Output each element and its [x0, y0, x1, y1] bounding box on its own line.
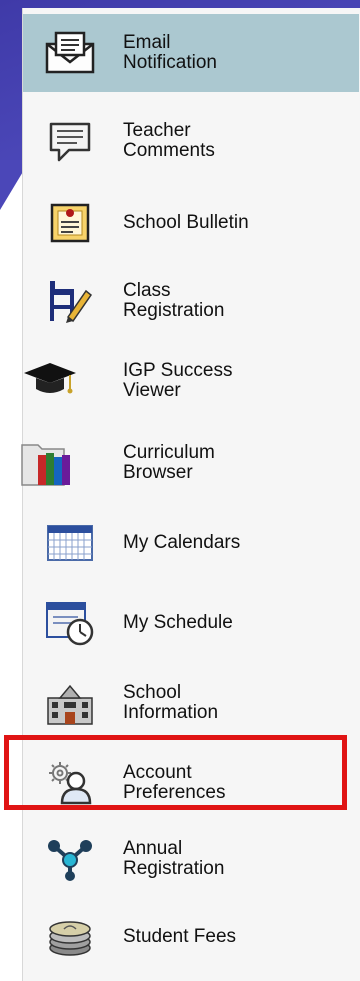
menu-item-label: Curriculum Browser	[123, 442, 215, 483]
menu-item-email-notification[interactable]: Email Notification	[23, 14, 359, 92]
menu-item-label: My Schedule	[123, 612, 233, 633]
menu-item-account-preferences[interactable]: Account Preferences	[23, 744, 359, 822]
navigation-menu: Email Notification Teacher Comments Scho…	[21, 8, 360, 981]
graduation-cap-icon	[19, 355, 81, 407]
schedule-clock-icon	[39, 597, 101, 649]
menu-item-my-calendars[interactable]: My Calendars	[23, 504, 359, 582]
menu-item-label: Teacher Comments	[123, 120, 215, 161]
user-gear-icon	[39, 757, 101, 809]
envelope-icon	[39, 27, 101, 79]
menu-item-class-registration[interactable]: Class Registration	[23, 262, 359, 340]
menu-item-school-information[interactable]: School Information	[23, 664, 359, 742]
menu-item-label: School Bulletin	[123, 212, 249, 233]
bulletin-icon	[39, 197, 101, 249]
coin-stack-icon	[39, 911, 101, 963]
menu-item-curriculum-browser[interactable]: Curriculum Browser	[21, 424, 359, 502]
menu-item-label: Annual Registration	[123, 838, 225, 879]
menu-item-igp-success-viewer[interactable]: IGP Success Viewer	[23, 342, 359, 420]
school-building-icon	[39, 677, 101, 729]
menu-item-teacher-comments[interactable]: Teacher Comments	[23, 102, 359, 180]
desk-pencil-icon	[39, 275, 101, 327]
menu-item-my-schedule[interactable]: My Schedule	[23, 584, 359, 662]
menu-item-annual-registration[interactable]: Annual Registration	[23, 820, 359, 898]
folder-books-icon	[17, 437, 79, 489]
menu-item-label: Account Preferences	[123, 762, 226, 803]
speech-bubble-icon	[39, 115, 101, 167]
menu-item-label: My Calendars	[123, 532, 241, 553]
menu-item-school-bulletin[interactable]: School Bulletin	[23, 184, 359, 262]
calendar-grid-icon	[39, 517, 101, 569]
menu-item-label: Student Fees	[123, 926, 237, 947]
menu-item-label: IGP Success Viewer	[123, 360, 233, 401]
menu-item-label: Email Notification	[123, 32, 217, 73]
menu-item-student-fees[interactable]: Student Fees	[23, 898, 359, 976]
menu-item-label: School Information	[123, 682, 219, 723]
menu-item-label: Class Registration	[123, 280, 225, 321]
network-nodes-icon	[39, 833, 101, 885]
